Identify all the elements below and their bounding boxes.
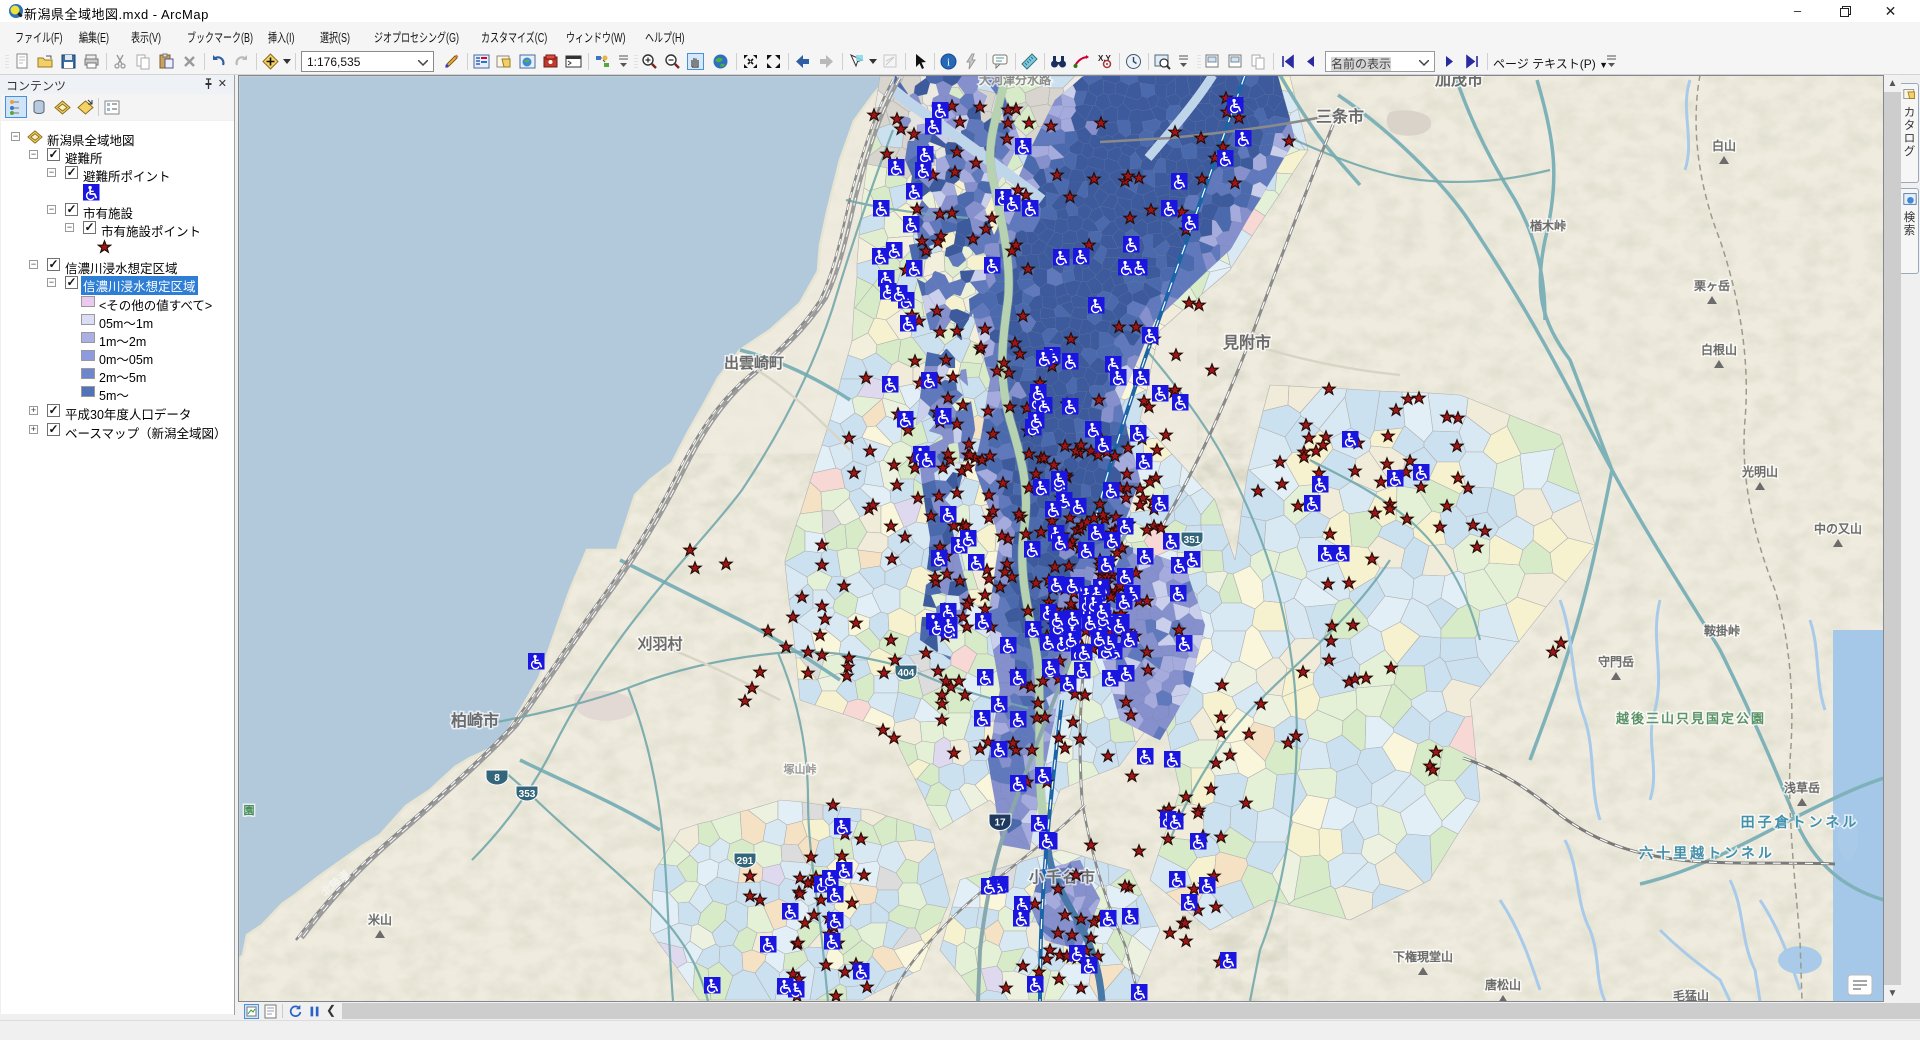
svg-text:毛猛山: 毛猛山: [1673, 988, 1709, 1002]
svg-text:小千谷市: 小千谷市: [1029, 868, 1097, 886]
svg-text:守門岳: 守門岳: [1598, 654, 1634, 669]
svg-text:見附市: 見附市: [1222, 333, 1271, 352]
svg-text:唐松山: 唐松山: [1485, 977, 1521, 992]
svg-text:六十里越トンネル: 六十里越トンネル: [1639, 845, 1775, 861]
svg-text:加茂市: 加茂市: [1434, 75, 1483, 89]
svg-text:404: 404: [898, 668, 915, 679]
svg-text:i: i: [947, 57, 950, 69]
svg-text:光明山: 光明山: [1741, 464, 1778, 479]
svg-text:中の又山: 中の又山: [1814, 521, 1862, 536]
svg-text:白山: 白山: [1712, 138, 1736, 153]
svg-text:出雲崎町: 出雲崎町: [724, 354, 784, 372]
svg-text:越後三山只見国定公園: 越後三山只見国定公園: [1615, 711, 1766, 726]
svg-text:浅草岳: 浅草岳: [1784, 780, 1820, 795]
svg-text:楢木峠: 楢木峠: [1530, 218, 1566, 233]
svg-text:三条市: 三条市: [1316, 107, 1364, 126]
svg-text:園: 園: [244, 804, 255, 817]
svg-text:8: 8: [494, 773, 500, 784]
svg-text:柏崎市: 柏崎市: [451, 711, 499, 730]
svg-text:17: 17: [994, 818, 1006, 829]
svg-text:下権現堂山: 下権現堂山: [1393, 949, 1453, 964]
svg-text:大河津分水路: 大河津分水路: [979, 75, 1052, 87]
svg-text:鞍掛峠: 鞍掛峠: [1704, 623, 1740, 638]
svg-text:田子倉トンネル: 田子倉トンネル: [1741, 814, 1860, 830]
svg-text:白根山: 白根山: [1701, 342, 1737, 357]
svg-text:塚山峠: 塚山峠: [784, 762, 817, 776]
svg-text:351: 351: [1184, 535, 1201, 546]
svg-text:353: 353: [519, 789, 536, 800]
svg-text:291: 291: [737, 856, 754, 867]
svg-text:米山: 米山: [368, 912, 392, 927]
svg-text:栗ヶ岳: 栗ヶ岳: [1694, 278, 1730, 293]
svg-text:刈羽村: 刈羽村: [637, 635, 682, 653]
